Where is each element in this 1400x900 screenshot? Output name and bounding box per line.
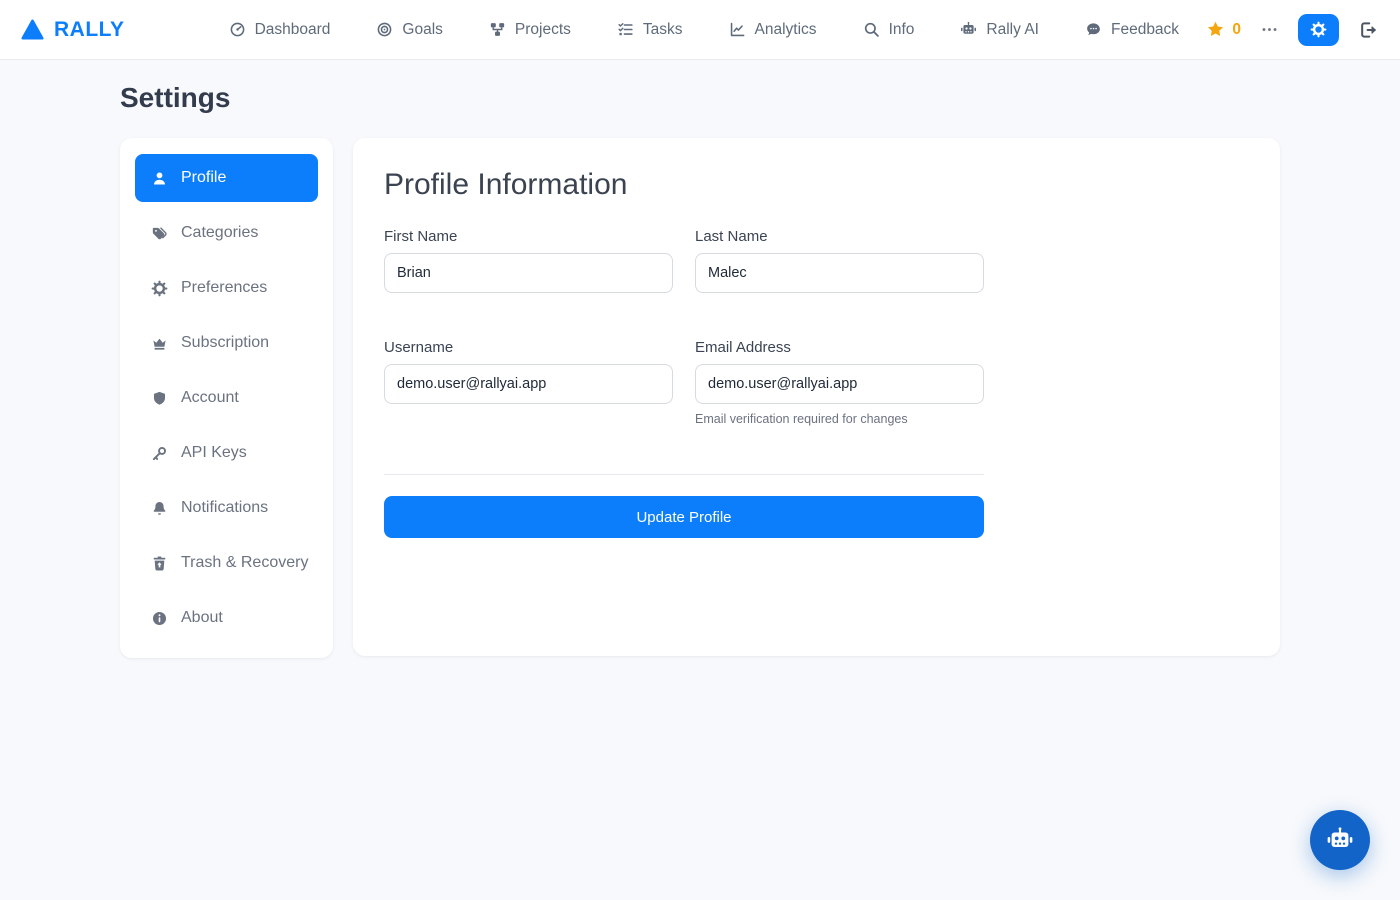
sidebar-item-label: Account [181, 389, 239, 407]
last-name-input[interactable] [695, 253, 984, 293]
sidebar-item-label: Profile [181, 169, 226, 187]
sidebar-item-label: Preferences [181, 279, 267, 297]
nav-label: Goals [402, 21, 443, 39]
star-counter[interactable]: 0 [1206, 20, 1241, 39]
sidebar-item-trash-recovery[interactable]: Trash & Recovery [135, 539, 318, 587]
nav-item-feedback[interactable]: Feedback [1085, 21, 1179, 39]
top-navigation-bar: RALLY Dashboard Goals [0, 0, 1400, 60]
nav-label: Tasks [643, 21, 683, 39]
nav-item-rally-ai[interactable]: Rally AI [960, 21, 1039, 39]
nav-item-analytics[interactable]: Analytics [729, 21, 817, 39]
sidebar-item-profile[interactable]: Profile [135, 154, 318, 202]
settings-page: Settings Profile Categories [0, 60, 1400, 658]
sitemap-icon [489, 21, 506, 38]
sidebar-item-label: Subscription [181, 334, 269, 352]
user-icon [151, 170, 168, 187]
crown-icon [151, 335, 168, 352]
sidebar-item-subscription[interactable]: Subscription [135, 319, 318, 367]
sidebar-item-label: Categories [181, 224, 258, 242]
email-verification-hint: Email verification required for changes [695, 412, 984, 426]
sidebar-item-label: Notifications [181, 499, 268, 517]
nav-label: Dashboard [255, 21, 331, 39]
gear-icon [151, 280, 168, 297]
profile-information-card: Profile Information First Name Last Name… [353, 138, 1280, 656]
sidebar-item-api-keys[interactable]: API Keys [135, 429, 318, 477]
nav-label: Projects [515, 21, 571, 39]
email-label: Email Address [695, 339, 984, 356]
sidebar-item-account[interactable]: Account [135, 374, 318, 422]
section-title: Profile Information [384, 168, 1249, 202]
key-icon [151, 445, 168, 462]
triangle-logo-icon [20, 17, 45, 42]
sidebar-item-label: API Keys [181, 444, 247, 462]
form-divider [384, 474, 984, 475]
logout-button[interactable] [1358, 20, 1378, 40]
brand-name: RALLY [54, 18, 125, 42]
username-label: Username [384, 339, 673, 356]
nav-label: Analytics [755, 21, 817, 39]
last-name-label: Last Name [695, 228, 984, 245]
nav-label: Info [889, 21, 915, 39]
nav-label: Feedback [1111, 21, 1179, 39]
email-field-group: Email Address Email verification require… [695, 339, 984, 426]
sidebar-item-label: Trash & Recovery [181, 554, 308, 572]
list-check-icon [617, 21, 634, 38]
topbar-actions: 0 [1206, 14, 1378, 46]
sign-out-icon [1358, 20, 1378, 40]
email-input[interactable] [695, 364, 984, 404]
settings-sidebar: Profile Categories [120, 138, 333, 658]
first-name-label: First Name [384, 228, 673, 245]
sidebar-item-about[interactable]: About [135, 594, 318, 642]
search-icon [863, 21, 880, 38]
username-field-group: Username [384, 339, 673, 426]
update-profile-button[interactable]: Update Profile [384, 496, 984, 538]
ai-assistant-fab[interactable] [1310, 810, 1370, 870]
page-title: Settings [120, 82, 1280, 114]
chart-line-icon [729, 21, 746, 38]
settings-button[interactable] [1298, 14, 1339, 46]
star-icon [1206, 20, 1225, 39]
username-input[interactable] [384, 364, 673, 404]
first-name-input[interactable] [384, 253, 673, 293]
gear-icon [1310, 21, 1327, 38]
robot-icon [1326, 826, 1354, 854]
star-count: 0 [1232, 21, 1241, 39]
bullseye-icon [376, 21, 393, 38]
ellipsis-icon [1260, 20, 1279, 39]
sidebar-item-notifications[interactable]: Notifications [135, 484, 318, 532]
more-options-button[interactable] [1260, 20, 1279, 39]
gauge-icon [229, 21, 246, 38]
sidebar-item-label: About [181, 609, 223, 627]
nav-label: Rally AI [986, 21, 1039, 39]
rally-logo[interactable]: RALLY [20, 17, 125, 42]
nav-item-goals[interactable]: Goals [376, 21, 443, 39]
nav-item-dashboard[interactable]: Dashboard [229, 21, 331, 39]
tags-icon [151, 225, 168, 242]
first-name-field-group: First Name [384, 228, 673, 293]
last-name-field-group: Last Name [695, 228, 984, 293]
main-nav: Dashboard Goals Projects [229, 21, 1179, 39]
comment-icon [1085, 21, 1102, 38]
nav-item-projects[interactable]: Projects [489, 21, 571, 39]
sidebar-item-categories[interactable]: Categories [135, 209, 318, 257]
bell-icon [151, 500, 168, 517]
robot-icon [960, 21, 977, 38]
shield-icon [151, 390, 168, 407]
trash-restore-icon [151, 555, 168, 572]
profile-form: First Name Last Name Username Email Addr… [384, 228, 984, 538]
info-circle-icon [151, 610, 168, 627]
nav-item-tasks[interactable]: Tasks [617, 21, 683, 39]
sidebar-item-preferences[interactable]: Preferences [135, 264, 318, 312]
nav-item-info[interactable]: Info [863, 21, 915, 39]
